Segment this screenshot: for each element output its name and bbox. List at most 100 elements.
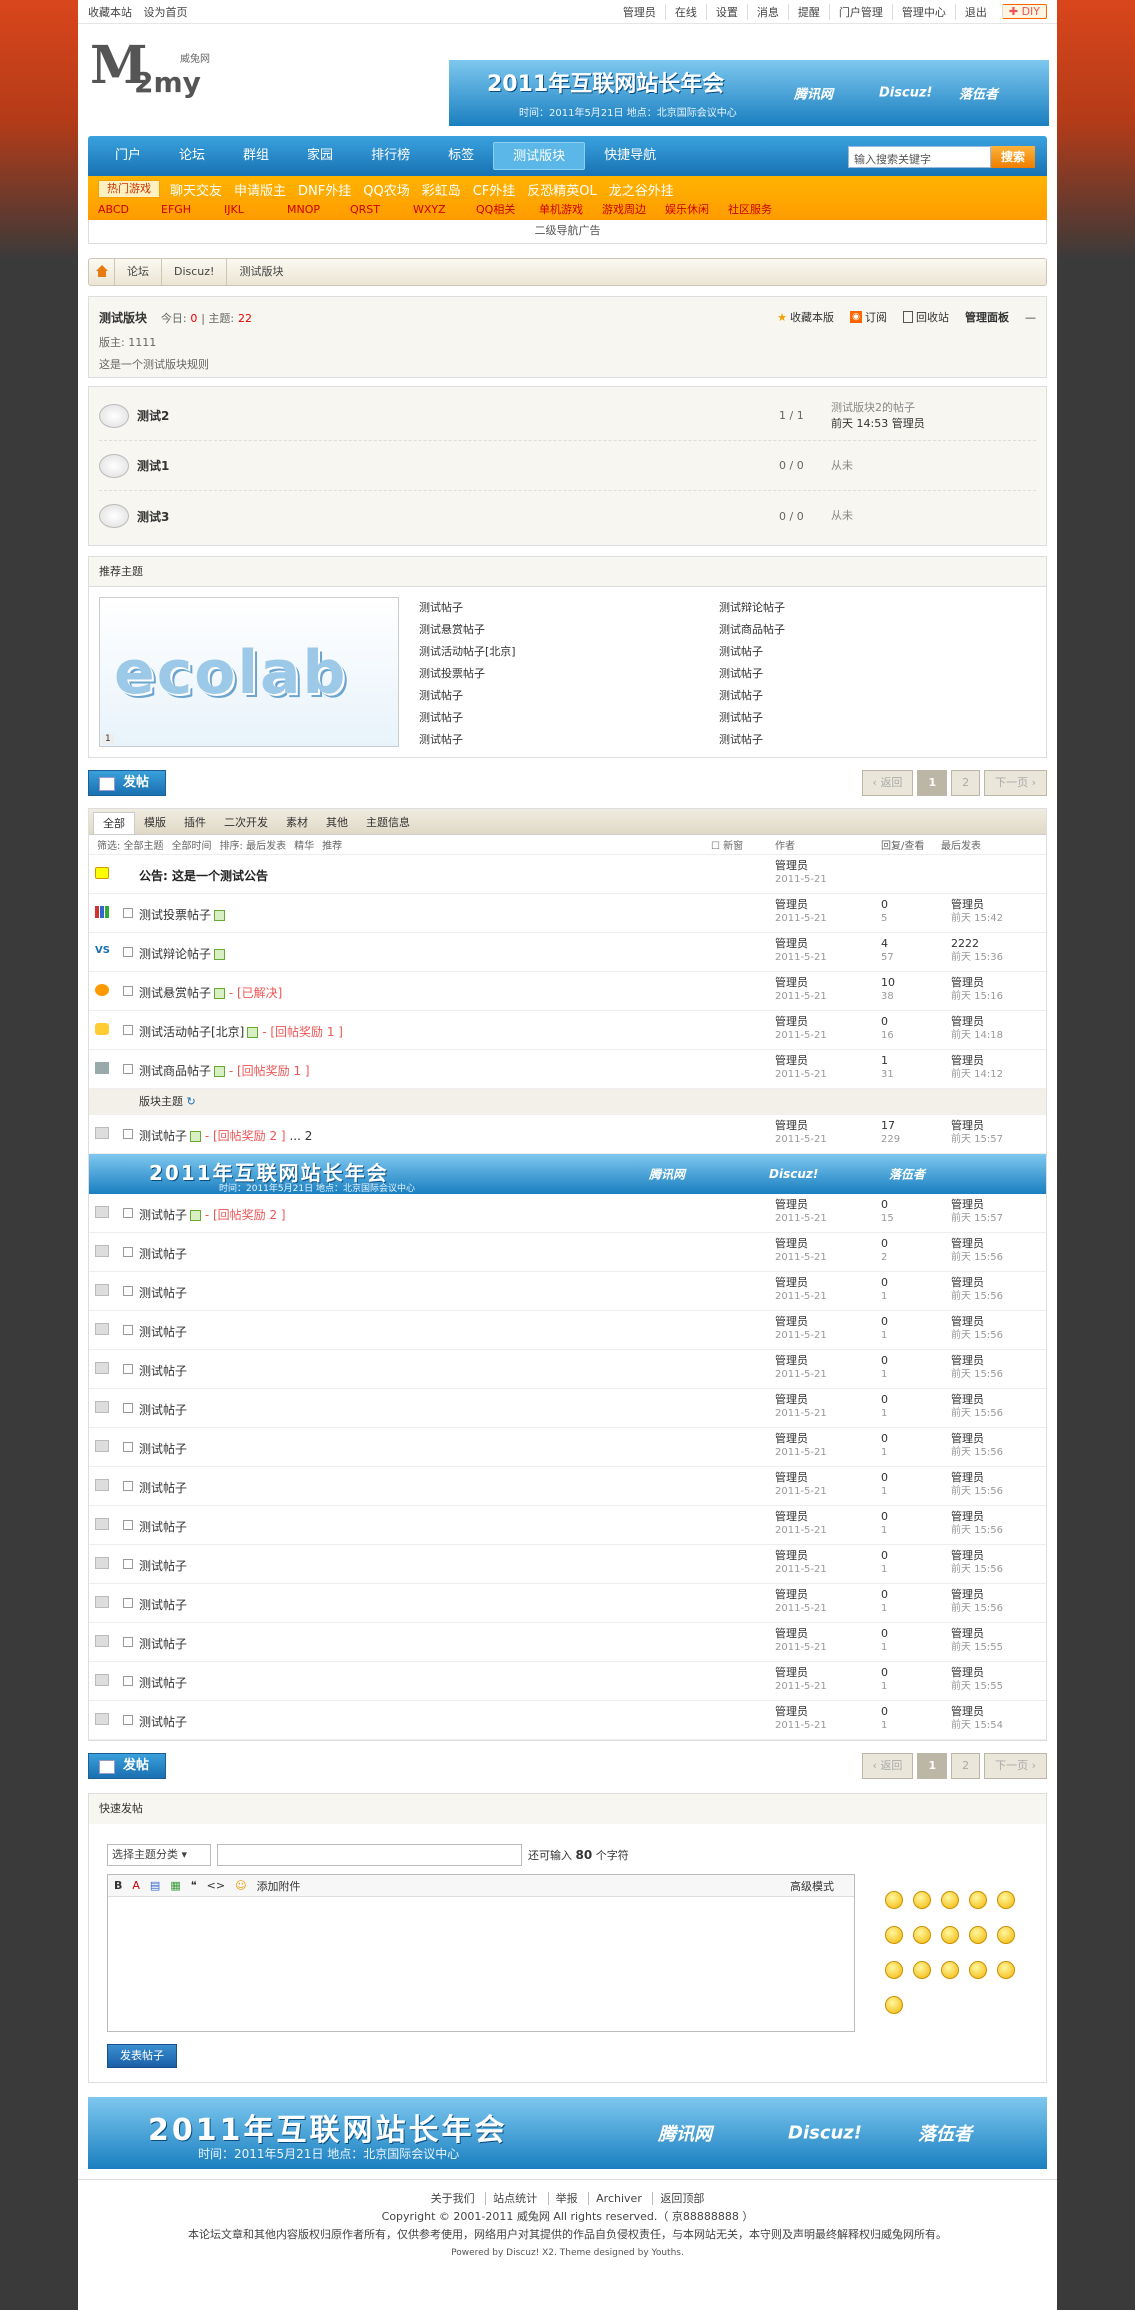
tab-other[interactable]: 其他 — [317, 812, 357, 834]
filter-type[interactable]: 筛选: 全部主题 — [97, 837, 164, 852]
page-2[interactable]: 2 — [951, 770, 981, 796]
admin-center-link[interactable]: 管理中心 — [891, 3, 955, 20]
font-color-icon[interactable]: A — [132, 1879, 140, 1892]
last-time[interactable]: 前天 15:55 — [951, 1641, 1003, 1655]
author-name[interactable]: 管理员 — [775, 1198, 808, 1211]
thread-title[interactable]: 测试辩论帖子 — [139, 947, 211, 961]
thread-row[interactable]: 测试帖子 管理员 2011-5-21 0 1 管理员 前天 15:56 — [89, 1272, 1046, 1311]
thread-checkbox[interactable] — [123, 1208, 133, 1218]
last-time[interactable]: 前天 15:56 — [951, 1524, 1003, 1538]
thread-checkbox[interactable] — [123, 1129, 133, 1139]
tab-all[interactable]: 全部 — [93, 812, 135, 834]
tab-templates[interactable]: 模版 — [135, 812, 175, 834]
search-input[interactable]: 输入搜索关键字 — [848, 146, 991, 168]
recommended-link[interactable]: 测试帖子 — [719, 663, 785, 685]
thread-checkbox[interactable] — [123, 1403, 133, 1413]
last-user[interactable]: 管理员 — [951, 1627, 984, 1640]
submit-post-button[interactable]: 发表帖子 — [107, 2044, 177, 2068]
thread-title[interactable]: 测试帖子 — [139, 1598, 187, 1612]
last-user[interactable]: 管理员 — [951, 1588, 984, 1601]
thread-row[interactable]: 测试帖子 管理员 2011-5-21 0 1 管理员 前天 15:56 — [89, 1428, 1046, 1467]
author-name[interactable]: 管理员 — [775, 1276, 808, 1289]
author-name[interactable]: 管理员 — [775, 976, 808, 989]
thread-title[interactable]: 测试帖子 — [139, 1364, 187, 1378]
thread-title[interactable]: 测试帖子 — [139, 1637, 187, 1651]
author-name[interactable]: 管理员 — [775, 937, 808, 950]
thread-title[interactable]: 测试帖子 — [139, 1442, 187, 1456]
messages-link[interactable]: 消息 — [746, 3, 788, 20]
nav-test-forum[interactable]: 测试版块 — [493, 142, 586, 170]
thread-title[interactable]: 测试帖子 — [139, 1247, 187, 1261]
thread-checkbox[interactable] — [123, 1676, 133, 1686]
recycle-bin-button[interactable]: 回收站 — [903, 309, 949, 325]
code-icon[interactable]: <> — [207, 1879, 225, 1892]
recommended-link[interactable]: 测试帖子 — [419, 685, 516, 707]
user-link[interactable]: 管理员 — [614, 4, 665, 20]
last-user[interactable]: 管理员 — [951, 1237, 984, 1250]
hot-link[interactable]: 龙之谷外挂 — [609, 180, 674, 199]
author-name[interactable]: 管理员 — [775, 1354, 808, 1367]
refresh-icon[interactable]: ↻ — [187, 1095, 196, 1108]
thread-title[interactable]: 测试帖子 — [139, 1286, 187, 1300]
announcement-title[interactable]: 公告: 这是一个测试公告 — [139, 867, 268, 884]
last-user[interactable]: 管理员 — [951, 1276, 984, 1289]
last-time[interactable]: 前天 15:42 — [951, 912, 1003, 926]
smiley-icon[interactable] — [969, 1926, 987, 1944]
thread-checkbox[interactable] — [123, 1025, 133, 1035]
thread-title[interactable]: 测试帖子 — [139, 1208, 187, 1222]
hot-games-label[interactable]: 热门游戏 — [98, 180, 160, 198]
nav-ranking[interactable]: 排行榜 — [352, 142, 429, 170]
pager-back[interactable]: ‹ 返回 — [861, 770, 914, 796]
thread-row[interactable]: 测试帖子 管理员 2011-5-21 0 1 管理员 前天 15:56 — [89, 1545, 1046, 1584]
recommended-link[interactable]: 测试商品帖子 — [719, 619, 785, 641]
thread-row[interactable]: 测试活动帖子[北京] - [回帖奖励 1 ] 管理员 2011-5-21 0 16 管理员… — [89, 1011, 1046, 1050]
thread-title[interactable]: 测试投票帖子 — [139, 908, 211, 922]
author-name[interactable]: 管理员 — [775, 1119, 808, 1132]
smiley-icon[interactable] — [913, 1926, 931, 1944]
smiley-icon[interactable] — [997, 1891, 1015, 1909]
last-user[interactable]: 管理员 — [951, 1705, 984, 1718]
last-time[interactable]: 前天 15:36 — [951, 951, 1003, 965]
footer-link[interactable]: 返回顶部 — [652, 2192, 712, 2205]
nav-groups[interactable]: 群组 — [224, 142, 288, 170]
thread-title[interactable]: 测试帖子 — [139, 1481, 187, 1495]
thread-row[interactable]: 测试商品帖子 - [回帖奖励 1 ] 管理员 2011-5-21 1 31 管理员 前天 1… — [89, 1050, 1046, 1089]
author-name[interactable]: 管理员 — [775, 1588, 808, 1601]
thread-checkbox[interactable] — [123, 1064, 133, 1074]
nav-tags[interactable]: 标签 — [429, 142, 493, 170]
slide-number[interactable]: 1 — [102, 734, 114, 744]
thread-title[interactable]: 测试帖子 — [139, 1129, 187, 1143]
subforum-name[interactable]: 测试3 — [137, 508, 169, 525]
recommended-link[interactable]: 测试帖子 — [419, 597, 516, 619]
recommended-link[interactable]: 测试帖子 — [419, 729, 516, 751]
attach-link[interactable]: 添加附件 — [257, 1878, 301, 1894]
last-time[interactable]: 前天 15:55 — [951, 1680, 1003, 1694]
thread-checkbox[interactable] — [123, 908, 133, 918]
subforum-row[interactable]: 测试2 1 / 1 测试版块2的帖子 前天 14:53 管理员 — [99, 391, 1036, 441]
smiley-icon[interactable] — [941, 1961, 959, 1979]
thread-row[interactable]: VS 测试辩论帖子 管理员 2011-5-21 4 57 2222 前天 15:36 — [89, 933, 1046, 972]
pager-next[interactable]: 下一页 › — [984, 1753, 1047, 1779]
last-time[interactable]: 前天 14:12 — [951, 1068, 1003, 1082]
author-name[interactable]: 管理员 — [775, 898, 808, 911]
portal-admin-link[interactable]: 门户管理 — [828, 3, 892, 20]
thread-checkbox[interactable] — [123, 986, 133, 996]
subforum-name[interactable]: 测试1 — [137, 457, 169, 474]
quote-icon[interactable]: ❝ — [191, 1879, 197, 1892]
author-name[interactable]: 管理员 — [775, 859, 808, 872]
last-time[interactable]: 前天 15:56 — [951, 1251, 1003, 1265]
last-user[interactable]: 管理员 — [951, 1393, 984, 1406]
smiley-icon[interactable] — [941, 1926, 959, 1944]
last-time[interactable]: 前天 15:54 — [951, 1719, 1003, 1733]
subforum-row[interactable]: 测试3 0 / 0 从未 — [99, 491, 1036, 541]
recommended-link[interactable]: 测试帖子 — [719, 685, 785, 707]
advanced-mode-link[interactable]: 高级模式 — [790, 1878, 834, 1894]
col-last[interactable]: 最后发表 — [941, 837, 981, 852]
recommended-link[interactable]: 测试活动帖子[北京] — [419, 641, 516, 663]
thread-row[interactable]: 测试帖子 管理员 2011-5-21 0 2 管理员 前天 15:56 — [89, 1233, 1046, 1272]
thread-title[interactable]: 测试悬赏帖子 — [139, 986, 211, 1000]
nav-home[interactable]: 家园 — [288, 142, 352, 170]
thread-pages[interactable]: ... 2 — [289, 1129, 312, 1143]
thread-row[interactable]: 测试悬赏帖子 - [已解决] 管理员 2011-5-21 10 38 管理员 前天 15:1… — [89, 972, 1046, 1011]
last-time[interactable]: 前天 15:56 — [951, 1290, 1003, 1304]
